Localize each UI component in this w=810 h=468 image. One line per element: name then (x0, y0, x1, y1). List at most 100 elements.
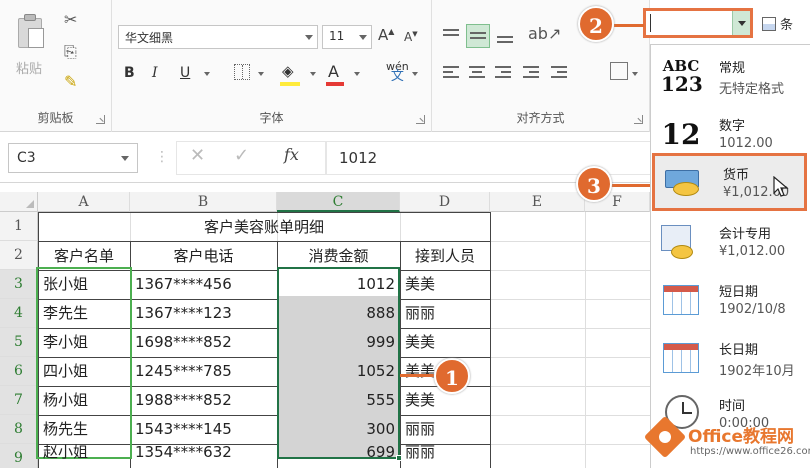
orientation-icon[interactable]: ab↗ (528, 24, 561, 48)
cell-b6[interactable]: 1245****785 (130, 357, 277, 386)
header-cell-phone[interactable]: 客户电话 (130, 242, 277, 271)
format-option-accounting[interactable]: 会计专用 ¥1,012.00 (651, 215, 810, 273)
row-header-8[interactable]: 8 (0, 415, 38, 444)
column-header-d[interactable]: D (400, 192, 490, 212)
cell-d9[interactable]: 丽丽 (400, 438, 490, 467)
cell-d3[interactable]: 美美 (400, 270, 490, 299)
format-option-long-date[interactable]: 长日期 1902年10月 (651, 331, 810, 389)
header-cell-staff[interactable]: 接到人员 (400, 242, 490, 271)
watermark: Office教程网 https://www.office26.com (643, 415, 810, 468)
cell-b9[interactable]: 1354****632 (130, 438, 277, 467)
formula-bar-grip: ⋮ (155, 149, 169, 165)
align-middle-icon[interactable] (466, 24, 490, 48)
format-painter-icon[interactable]: ✎ (64, 72, 77, 91)
underline-button[interactable]: U (180, 65, 190, 81)
merge-center-icon[interactable] (610, 62, 628, 80)
cell-d4[interactable]: 丽丽 (400, 299, 490, 328)
table-title-cell[interactable]: 客户美容账单明细 (38, 213, 490, 242)
callout-badge-1: 1 (434, 358, 470, 394)
cancel-icon[interactable]: ✕ (190, 145, 205, 166)
clipboard-launcher-icon[interactable] (96, 115, 105, 124)
font-color-icon[interactable]: A (328, 62, 339, 81)
fill-color-dropdown-icon[interactable] (310, 72, 316, 76)
abc-123-icon: ABC 123 (661, 57, 703, 96)
shrink-font-button[interactable]: A▼ (404, 30, 418, 44)
bold-button[interactable]: B (124, 65, 135, 81)
cell-c6[interactable]: 1052 (277, 357, 400, 386)
row-header-7[interactable]: 7 (0, 386, 38, 415)
align-left-icon[interactable] (440, 62, 464, 86)
cell-b7[interactable]: 1988****852 (130, 386, 277, 415)
number-format-combo[interactable] (643, 8, 753, 38)
row-header-2[interactable]: 2 (0, 241, 38, 270)
callout-badge-2: 2 (578, 6, 614, 42)
row-header-9[interactable]: 9 (0, 444, 38, 468)
conditional-formatting-icon (762, 17, 776, 31)
align-center-icon[interactable] (466, 62, 490, 86)
grow-font-button[interactable]: A▲ (378, 26, 394, 44)
column-header-b[interactable]: B (130, 192, 277, 212)
cell-a9[interactable]: 赵小姐 (38, 438, 130, 467)
enter-icon[interactable]: ✓ (234, 145, 249, 166)
cell-c9[interactable]: 699 (277, 438, 400, 467)
cut-icon[interactable]: ✂ (64, 10, 77, 29)
phonetic-dropdown-icon[interactable] (412, 72, 418, 76)
row-header-5[interactable]: 5 (0, 328, 38, 357)
cell-d5[interactable]: 美美 (400, 328, 490, 357)
format-option-general[interactable]: ABC 123 常规 无特定格式 (651, 49, 810, 107)
row-header-3[interactable]: 3 (0, 270, 38, 299)
underline-dropdown-icon[interactable] (204, 72, 210, 76)
align-top-icon[interactable] (440, 24, 464, 48)
merge-dropdown-icon[interactable] (632, 72, 638, 76)
calendar-icon (663, 285, 699, 315)
row-header-4[interactable]: 4 (0, 299, 38, 328)
font-launcher-icon[interactable] (416, 115, 425, 124)
row-header-1[interactable]: 1 (0, 212, 38, 241)
column-header-e[interactable]: E (490, 192, 585, 212)
cell-b4[interactable]: 1367****123 (130, 299, 277, 328)
cell-a7[interactable]: 杨小姐 (38, 386, 130, 415)
cell-a6[interactable]: 四小姐 (38, 357, 130, 386)
font-color-dropdown-icon[interactable] (354, 72, 360, 76)
text-caret (650, 14, 651, 32)
alignment-launcher-icon[interactable] (634, 115, 643, 124)
paste-icon[interactable] (14, 12, 48, 52)
callout-badge-3: 3 (576, 166, 612, 202)
align-right-icon[interactable] (492, 62, 516, 86)
number-format-dropdown: ABC 123 常规 无特定格式 12 数字 1012.00 货币 ¥1,012.… (650, 44, 810, 468)
insert-function-icon[interactable]: fx (284, 145, 299, 164)
number-12-icon: 12 (661, 118, 701, 151)
cell-b3[interactable]: 1367****456 (130, 270, 277, 299)
cell-c4[interactable]: 888 (277, 299, 400, 328)
number-format-dropdown-button[interactable] (732, 11, 750, 35)
align-bottom-icon[interactable] (494, 24, 518, 48)
decrease-indent-icon[interactable] (520, 62, 544, 86)
name-box[interactable]: C3 (8, 143, 138, 173)
cell-c3[interactable]: 1012 (277, 270, 400, 299)
copy-icon[interactable]: ⎘ (64, 42, 77, 62)
font-size-select[interactable]: 11 (322, 25, 372, 49)
font-name-select[interactable]: 华文细黑 (118, 25, 318, 49)
cell-a3[interactable]: 张小姐 (38, 270, 130, 299)
cell-c5[interactable]: 999 (277, 328, 400, 357)
row-header-6[interactable]: 6 (0, 357, 38, 386)
paste-button-label[interactable]: 粘贴 (16, 58, 42, 77)
conditional-formatting-button[interactable]: 条 (762, 14, 793, 33)
cell-c7[interactable]: 555 (277, 386, 400, 415)
alignment-group: ab↗ 对齐方式 (432, 0, 650, 132)
format-option-short-date[interactable]: 短日期 1902/10/8 (651, 273, 810, 331)
italic-button[interactable]: I (152, 65, 158, 81)
select-all-corner[interactable] (0, 192, 38, 212)
column-header-a[interactable]: A (38, 192, 130, 212)
phonetic-guide-button[interactable]: wén 文 (386, 61, 409, 83)
formula-bar: C3 ⋮ ✕ ✓ fx 1012 (0, 133, 650, 183)
cell-a5[interactable]: 李小姐 (38, 328, 130, 357)
increase-indent-icon[interactable] (548, 62, 572, 86)
font-color-swatch (326, 82, 344, 86)
borders-icon[interactable] (234, 64, 250, 80)
cell-a4[interactable]: 李先生 (38, 299, 130, 328)
cell-b5[interactable]: 1698****852 (130, 328, 277, 357)
fill-color-icon[interactable]: ◈ (282, 62, 294, 80)
borders-dropdown-icon[interactable] (258, 72, 264, 76)
column-header-c[interactable]: C (277, 192, 400, 212)
